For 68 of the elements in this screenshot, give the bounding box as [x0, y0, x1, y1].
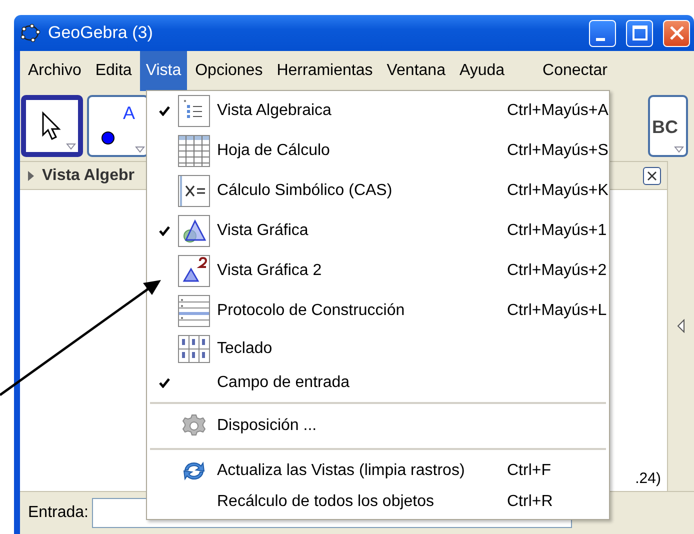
tool-button[interactable]	[21, 95, 83, 157]
menu-item-label: Protocolo de Construcción	[217, 302, 406, 320]
menu-item[interactable]: Vista Algebraica Ctrl+Mayús+A	[147, 91, 609, 131]
window-title: GeoGebra (3)	[48, 23, 154, 43]
tool-letter: A	[123, 103, 136, 124]
menu-item[interactable]: Protocolo de Construcción Ctrl+Mayús+L	[147, 291, 609, 331]
list-icon	[178, 95, 210, 127]
menu-item[interactable]: Vista Gráfica 2 Ctrl+Mayús+2	[147, 251, 609, 291]
menu-item-label: Recálculo de todos los objetos	[217, 493, 436, 511]
shortcut-text: Ctrl+Mayús+K	[507, 182, 608, 200]
menu-item-label: Vista Algebraica	[217, 102, 332, 120]
table-rows-icon	[178, 295, 210, 327]
shortcut-text: Ctrl+Mayús+A	[507, 102, 608, 120]
menu-item[interactable]: Edita	[89, 51, 138, 91]
menu-item[interactable]: Herramientas	[270, 51, 379, 91]
close-icon	[668, 25, 684, 41]
menu-item-label: Vista Gráfica	[217, 222, 310, 240]
menu-item-label: Cálculo Simbólico (CAS)	[217, 182, 394, 200]
collapse-icon[interactable]	[677, 319, 685, 333]
shortcut-text: Ctrl+F	[507, 462, 551, 480]
menu-item[interactable]: Teclado	[147, 331, 609, 367]
refresh-icon	[182, 459, 206, 483]
menu-item[interactable]: Ventana	[380, 51, 452, 91]
maximize-icon	[632, 25, 648, 41]
menu-item-label: Campo de entrada	[217, 374, 351, 392]
equation-icon	[178, 175, 210, 207]
menu-item[interactable]: Opciones	[189, 51, 269, 91]
shortcut-text: Ctrl+Mayús+L	[507, 302, 607, 320]
coordinate-text: .24)	[635, 470, 661, 487]
menu-item[interactable]: Vista	[140, 51, 188, 91]
tool-button[interactable]: A	[87, 95, 149, 157]
shortcut-text: Ctrl+Mayús+2	[507, 262, 607, 280]
expand-icon[interactable]	[28, 170, 34, 180]
menu-item-label: Disposición ...	[217, 417, 318, 435]
dropdown-icon	[674, 146, 684, 153]
point-icon	[101, 131, 115, 145]
menu-item[interactable]: Ayuda	[453, 51, 511, 91]
minimize-icon	[596, 38, 605, 40]
menu-item[interactable]: Recálculo de todos los objetos Ctrl+R	[147, 489, 609, 515]
menu-item[interactable]: Campo de entrada	[147, 367, 609, 399]
maximize-button[interactable]	[626, 20, 653, 46]
tool-button[interactable]: BC	[648, 95, 688, 157]
close-button[interactable]	[643, 166, 661, 184]
keyboard-icon	[178, 335, 210, 363]
shortcut-text: Ctrl+Mayús+S	[507, 142, 608, 160]
menu-item-label: Hoja de Cálculo	[217, 142, 331, 160]
spreadsheet-icon	[178, 135, 210, 167]
menu-item[interactable]: Actualiza las Vistas (limpia rastros) Ctrl+F	[147, 453, 609, 489]
menu-item[interactable]: Cálculo Simbólico (CAS) Ctrl+Mayús+K	[147, 171, 609, 211]
menu-item[interactable]: Conectar	[536, 51, 614, 91]
minimize-button[interactable]	[589, 20, 616, 46]
menu-item-label: Teclado	[217, 340, 274, 358]
shortcut-text: Ctrl+Mayús+1	[507, 222, 607, 240]
cursor-icon	[41, 111, 63, 141]
tool-text: BC	[652, 117, 678, 138]
panel-title: Vista Algebr	[42, 166, 136, 184]
input-label: Entrada:	[28, 504, 88, 522]
menu-item[interactable]: Vista Gráfica Ctrl+Mayús+1	[147, 211, 609, 251]
shortcut-text: Ctrl+R	[507, 493, 553, 511]
menu-item-label: Vista Gráfica 2	[217, 262, 323, 280]
menu-item[interactable]: Archivo	[22, 51, 88, 91]
menu-item-label: Actualiza las Vistas (limpia rastros)	[217, 462, 466, 480]
gear-icon	[182, 414, 206, 438]
menu-item[interactable]: Disposición ...	[147, 407, 609, 445]
menu-item[interactable]: Hoja de Cálculo Ctrl+Mayús+S	[147, 131, 609, 171]
dropdown-icon	[66, 143, 76, 150]
app-logo-icon	[20, 24, 40, 42]
close-icon	[647, 170, 657, 180]
